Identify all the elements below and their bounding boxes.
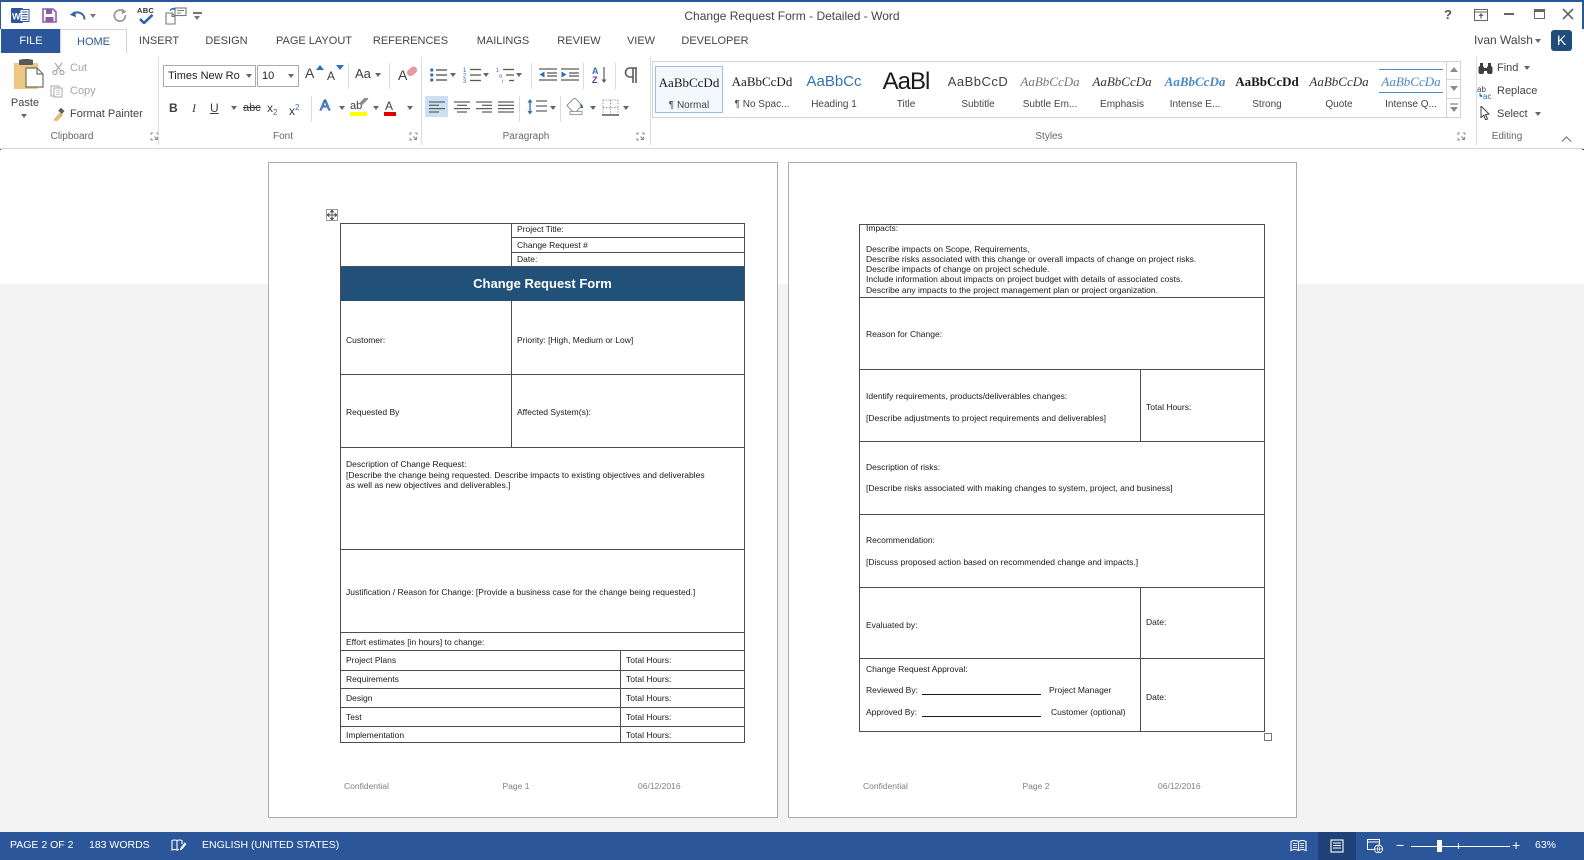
svg-text:3: 3 bbox=[463, 79, 467, 83]
svg-text:A: A bbox=[398, 67, 408, 83]
svg-text:i: i bbox=[502, 79, 503, 83]
svg-text:W: W bbox=[12, 12, 21, 22]
svg-text:Z: Z bbox=[592, 75, 598, 84]
svg-text:ac: ac bbox=[1483, 92, 1491, 99]
